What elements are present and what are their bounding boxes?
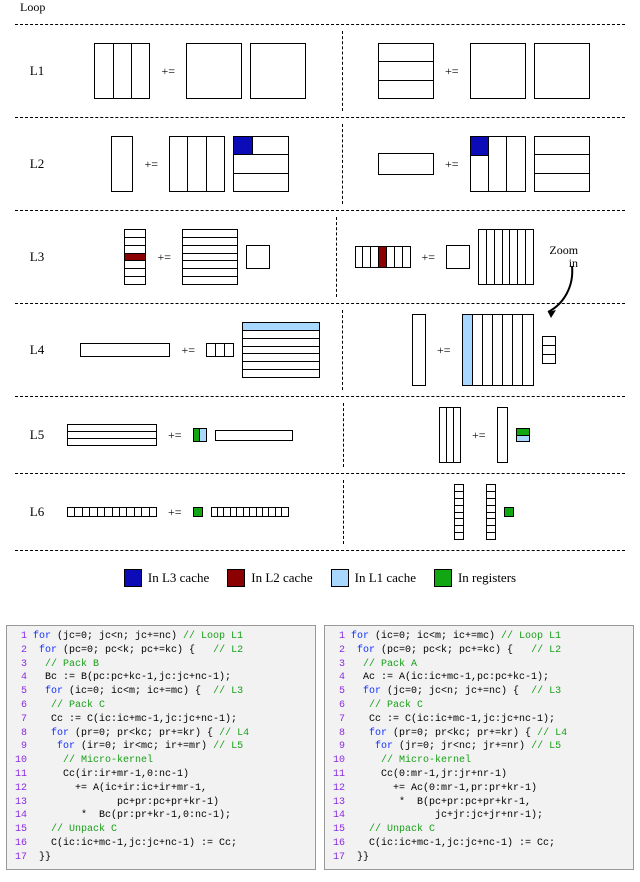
swatch-icon [331, 569, 349, 587]
zoom-annotation: Zoom in [542, 244, 578, 270]
legend: In L3 cache In L2 cache In L1 cache In r… [15, 551, 625, 615]
row-label: L3 [15, 249, 59, 265]
row-label: L2 [15, 156, 59, 172]
loop-heading: Loop [20, 0, 45, 15]
l3-right: += Zoom in [337, 229, 626, 285]
algorithm-right: 1for (ic=0; ic<m; ic+=mc) // Loop L12 fo… [324, 625, 634, 870]
code-panels: 1for (jc=0; jc<n; jc+=nc) // Loop L12 fo… [0, 625, 640, 882]
page: Loop L1 += += [0, 0, 640, 882]
l1-right: += [343, 43, 626, 99]
l2-right: += [343, 136, 626, 192]
loop-row-l1: L1 += += [15, 25, 625, 118]
loop-row-l3: L3 += [15, 211, 625, 304]
swatch-icon [227, 569, 245, 587]
l4-right: += [343, 314, 626, 386]
loop-row-l6: L6 += [15, 474, 625, 551]
row-label: L5 [15, 427, 59, 443]
legend-item-l1: In L1 cache [331, 569, 416, 587]
loop-row-l4: L4 += += [15, 304, 625, 397]
loop-row-l5: L5 += += [15, 397, 625, 474]
l6-left: += [59, 505, 343, 520]
l5-left: += [59, 424, 343, 446]
l3-left: += [59, 229, 336, 285]
l4-left: += [59, 322, 342, 378]
row-label: L4 [15, 342, 59, 358]
l1-left: += [59, 43, 342, 99]
algorithm-left: 1for (jc=0; jc<n; jc+=nc) // Loop L12 fo… [6, 625, 316, 870]
legend-item-l2: In L2 cache [227, 569, 312, 587]
pluseq: += [161, 64, 175, 79]
arrow-icon [542, 262, 576, 322]
loop-diagram: Loop L1 += += [0, 0, 640, 625]
l2-left: += [59, 136, 342, 192]
l6-right [344, 484, 626, 540]
legend-item-l3: In L3 cache [124, 569, 209, 587]
pluseq: += [445, 64, 459, 79]
row-label: L1 [15, 63, 59, 79]
row-label: L6 [15, 504, 59, 520]
swatch-icon [434, 569, 452, 587]
legend-item-reg: In registers [434, 569, 516, 587]
swatch-icon [124, 569, 142, 587]
l5-right: += [344, 407, 626, 463]
loop-row-l2: L2 += += [15, 118, 625, 211]
